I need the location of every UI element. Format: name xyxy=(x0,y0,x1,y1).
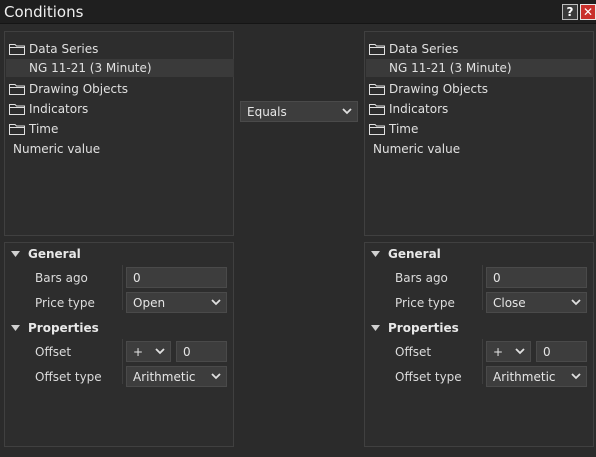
left-tree-numeric-value[interactable]: Numeric value xyxy=(13,139,100,159)
folder-icon xyxy=(369,104,385,115)
offset-sign-value: + xyxy=(133,344,144,359)
folder-icon xyxy=(9,44,25,55)
tree-label: Drawing Objects xyxy=(29,82,129,96)
tree-label: Data Series xyxy=(29,42,99,56)
section-title: General xyxy=(388,247,441,261)
right-tree-series-item[interactable]: NG 11-21 (3 Minute) xyxy=(366,59,594,77)
right-properties-panel: General Bars ago 0 Price type Close Prop… xyxy=(364,242,594,447)
price-type-label: Price type xyxy=(395,296,455,310)
right-tree-numeric-value[interactable]: Numeric value xyxy=(373,139,460,159)
triangle-down-icon xyxy=(371,251,380,257)
tree-label: Indicators xyxy=(389,102,449,116)
right-tree-indicators[interactable]: Indicators xyxy=(369,99,448,119)
right-tree-time[interactable]: Time xyxy=(369,119,418,139)
triangle-down-icon xyxy=(11,325,20,331)
offset-type-value: Arithmetic xyxy=(133,369,196,384)
price-type-label: Price type xyxy=(35,296,95,310)
bars-ago-label: Bars ago xyxy=(35,271,88,285)
left-properties-section-header[interactable]: Properties xyxy=(11,318,99,338)
offset-sign-value: + xyxy=(493,344,504,359)
tree-label: Indicators xyxy=(29,102,89,116)
bars-ago-input[interactable]: 0 xyxy=(126,267,227,288)
operator-select[interactable]: Equals xyxy=(240,101,358,122)
price-type-value: Close xyxy=(493,295,526,310)
tree-label: Time xyxy=(389,122,419,136)
folder-icon xyxy=(369,124,385,135)
right-tree-panel: Data Series NG 11-21 (3 Minute) Drawing … xyxy=(364,31,594,236)
left-tree-indicators[interactable]: Indicators xyxy=(9,99,88,119)
section-title: General xyxy=(28,247,81,261)
divider xyxy=(482,265,483,310)
offset-input[interactable]: 0 xyxy=(536,341,587,362)
left-tree-series-item[interactable]: NG 11-21 (3 Minute) xyxy=(6,59,234,77)
left-general-section-header[interactable]: General xyxy=(11,244,81,264)
bars-ago-label: Bars ago xyxy=(395,271,448,285)
price-type-select[interactable]: Open xyxy=(126,292,227,313)
chevron-down-icon xyxy=(155,348,165,355)
folder-icon xyxy=(369,44,385,55)
tree-label: Data Series xyxy=(389,42,459,56)
offset-type-value: Arithmetic xyxy=(493,369,556,384)
triangle-down-icon xyxy=(371,325,380,331)
offset-input[interactable]: 0 xyxy=(176,341,227,362)
offset-label: Offset xyxy=(35,345,72,359)
left-tree-data-series[interactable]: Data Series xyxy=(9,39,98,59)
left-tree-drawing-objects[interactable]: Drawing Objects xyxy=(9,79,128,99)
offset-type-label: Offset type xyxy=(35,370,102,384)
window-title: Conditions xyxy=(4,3,84,21)
right-tree-drawing-objects[interactable]: Drawing Objects xyxy=(369,79,488,99)
left-tree-panel: Data Series NG 11-21 (3 Minute) Drawing … xyxy=(4,31,234,236)
offset-label: Offset xyxy=(395,345,432,359)
help-button[interactable]: ? xyxy=(562,4,578,20)
divider xyxy=(122,339,123,384)
divider xyxy=(482,339,483,384)
folder-icon xyxy=(9,104,25,115)
tree-label: Time xyxy=(29,122,59,136)
triangle-down-icon xyxy=(11,251,20,257)
folder-icon xyxy=(9,84,25,95)
price-type-select[interactable]: Close xyxy=(486,292,587,313)
right-tree-data-series[interactable]: Data Series xyxy=(369,39,458,59)
title-bar: Conditions ? ✕ xyxy=(0,0,596,24)
operator-value: Equals xyxy=(247,104,287,119)
chevron-down-icon xyxy=(571,373,581,380)
bars-ago-input[interactable]: 0 xyxy=(486,267,587,288)
chevron-down-icon xyxy=(211,299,221,306)
right-general-section-header[interactable]: General xyxy=(371,244,441,264)
section-title: Properties xyxy=(28,321,99,335)
folder-icon xyxy=(9,124,25,135)
offset-sign-select[interactable]: + xyxy=(486,341,531,362)
chevron-down-icon xyxy=(342,108,352,115)
folder-icon xyxy=(369,84,385,95)
chevron-down-icon xyxy=(515,348,525,355)
offset-type-select[interactable]: Arithmetic xyxy=(486,366,587,387)
right-properties-section-header[interactable]: Properties xyxy=(371,318,459,338)
section-title: Properties xyxy=(388,321,459,335)
chevron-down-icon xyxy=(571,299,581,306)
offset-sign-select[interactable]: + xyxy=(126,341,171,362)
offset-type-label: Offset type xyxy=(395,370,462,384)
offset-type-select[interactable]: Arithmetic xyxy=(126,366,227,387)
tree-label: Drawing Objects xyxy=(389,82,489,96)
close-button[interactable]: ✕ xyxy=(580,4,596,20)
left-tree-time[interactable]: Time xyxy=(9,119,58,139)
left-properties-panel: General Bars ago 0 Price type Open Prope… xyxy=(4,242,234,447)
chevron-down-icon xyxy=(211,373,221,380)
price-type-value: Open xyxy=(133,295,166,310)
divider xyxy=(122,265,123,310)
